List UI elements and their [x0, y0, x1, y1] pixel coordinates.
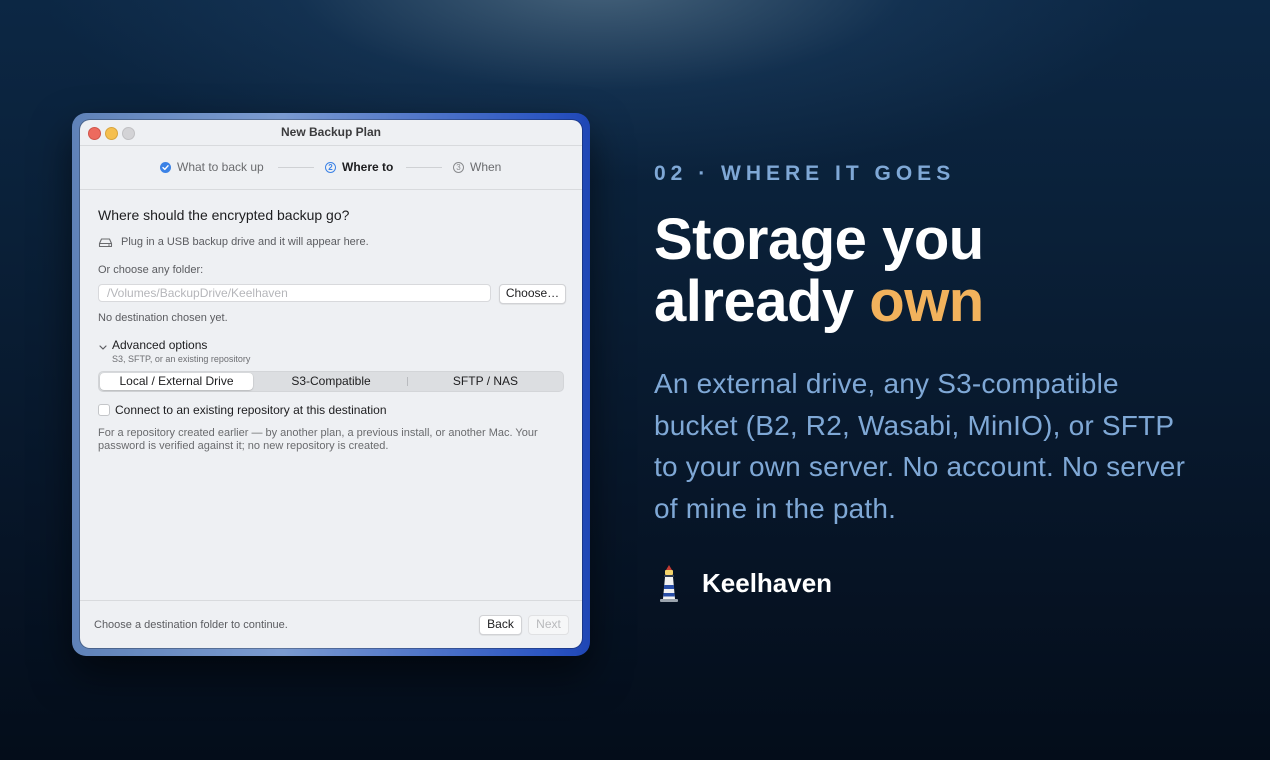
step-label: What to back up [177, 160, 264, 174]
section-eyebrow: 02 · WHERE IT GOES [654, 162, 956, 185]
minimize-window-button[interactable] [105, 127, 118, 140]
step-connector [406, 167, 442, 168]
brand-name: Keelhaven [702, 567, 833, 598]
advanced-options-title: Advanced options [112, 338, 208, 352]
connect-existing-row[interactable]: Connect to an existing repository at thi… [98, 403, 387, 417]
body-copy: An external drive, any S3-compatible buc… [654, 368, 1186, 524]
chevron-down-icon [99, 345, 107, 350]
backup-plan-window: New Backup Plan What to back up 2 Where … [80, 120, 582, 648]
usb-hint: Plug in a USB backup drive and it will a… [98, 236, 369, 248]
headline-line-2-prefix: already [654, 269, 870, 334]
segment-local-drive[interactable]: Local / External Drive [100, 373, 253, 390]
headline-line-1: Storage you [654, 207, 984, 272]
usb-hint-text: Plug in a USB backup drive and it will a… [121, 236, 369, 248]
step-label: Where to [342, 160, 394, 174]
step-what-to-back-up: What to back up [160, 160, 264, 174]
next-button[interactable]: Next [528, 615, 569, 635]
connect-existing-note: For a repository created earlier — by an… [98, 427, 538, 452]
wizard-steps: What to back up 2 Where to 3 When [80, 145, 582, 190]
segment-s3-compatible[interactable]: S3-Compatible [256, 373, 406, 390]
destination-question: Where should the encrypted backup go? [98, 207, 350, 223]
step-when: 3 When [453, 160, 501, 174]
advanced-options-disclosure[interactable]: Advanced options S3, SFTP, or an existin… [98, 338, 250, 364]
choose-folder-label: Or choose any folder: [98, 264, 204, 276]
segment-sftp-nas[interactable]: SFTP / NAS [409, 373, 562, 390]
destination-type-segmented-control: Local / External Drive S3-Compatible SFT… [98, 371, 564, 392]
segment-divider [407, 377, 408, 386]
back-button[interactable]: Back [479, 615, 522, 635]
advanced-options-subtitle: S3, SFTP, or an existing repository [112, 354, 251, 364]
checkmark-icon [160, 161, 171, 173]
connect-existing-checkbox[interactable] [98, 404, 110, 416]
lighthouse-icon [660, 565, 678, 602]
title-bar[interactable]: New Backup Plan [80, 120, 582, 145]
step-where-to: 2 Where to [325, 160, 393, 174]
brand: Keelhaven [654, 563, 832, 603]
connect-existing-label: Connect to an existing repository at thi… [115, 403, 387, 417]
destination-status: No destination chosen yet. [98, 312, 228, 324]
choose-folder-button[interactable]: Choose… [499, 284, 566, 304]
step-number-badge: 3 [453, 161, 464, 173]
destination-path-input[interactable] [98, 284, 491, 302]
footer-message: Choose a destination folder to continue. [94, 619, 288, 631]
close-window-button[interactable] [88, 127, 101, 140]
headline-line-2: already own [654, 271, 1214, 333]
zoom-window-button[interactable] [122, 127, 135, 140]
step-number-badge: 2 [325, 161, 336, 173]
headline: Storage you already own [654, 209, 1214, 333]
headline-accent: own [869, 269, 984, 334]
external-drive-icon [98, 237, 113, 247]
wizard-footer: Choose a destination folder to continue.… [80, 600, 582, 648]
step-label: When [470, 160, 502, 174]
window-title: New Backup Plan [280, 125, 382, 139]
step-connector [278, 167, 314, 168]
